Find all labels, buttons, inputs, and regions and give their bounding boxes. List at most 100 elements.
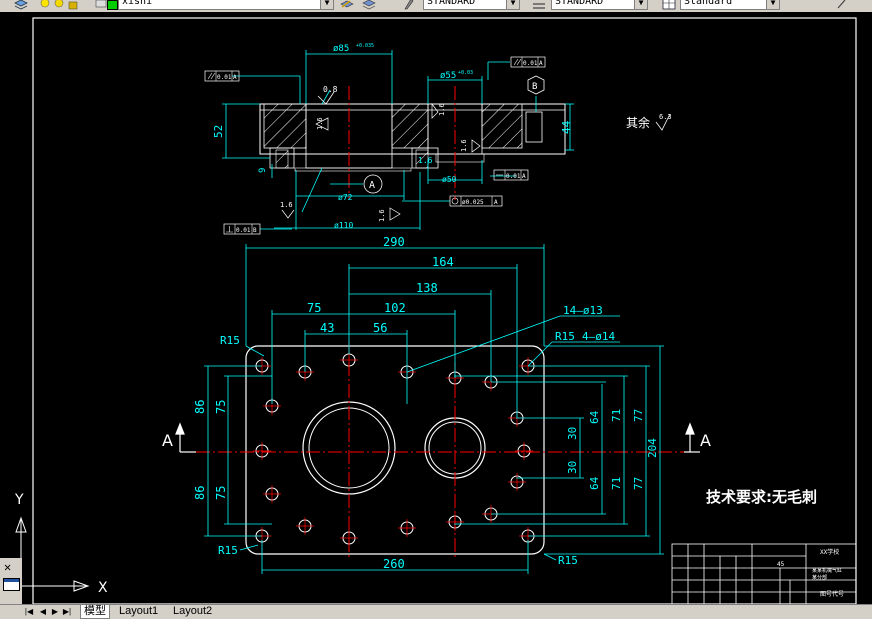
last-tab-button[interactable]: ▶| [62, 606, 72, 617]
dim-56: 56 [373, 321, 387, 335]
dim-style-combo[interactable]: STANDARD ▼ [551, 0, 648, 10]
hole-center-mark [253, 442, 271, 460]
table-style-icon[interactable] [662, 0, 676, 10]
dim-bore-right: ø55 [440, 71, 456, 81]
bore-right-tolerance: +0.03 [458, 70, 473, 76]
dim-50: ø50 [442, 175, 457, 184]
layer-combo[interactable]: xishi ▼ [118, 0, 334, 10]
layer-states-icon[interactable] [362, 0, 376, 10]
layer-manager-icon[interactable] [14, 0, 28, 10]
chevron-down-icon[interactable]: ▼ [634, 0, 647, 9]
tol-perp-ref: B [253, 227, 257, 234]
ucs-icon [15, 516, 90, 592]
chevron-down-icon[interactable]: ▼ [506, 0, 519, 9]
dim-290: 290 [383, 235, 405, 249]
dim-style-icon[interactable] [532, 0, 546, 10]
dim-164: 164 [432, 255, 454, 269]
layout-tab-bar: |◀ ◀ ▶ ▶| 模型 Layout1 Layout2 [0, 604, 872, 619]
sun-icon[interactable] [52, 0, 66, 10]
dim-86-top: 86 [193, 400, 207, 414]
palette-icon[interactable] [3, 578, 20, 591]
tol-parallel-b-value: 0.01 [523, 60, 538, 67]
text-style-icon[interactable] [403, 0, 417, 10]
roughness-symbol-icon [281, 209, 295, 219]
hole-center-mark [398, 519, 416, 537]
command-palette-strip: ✕ [0, 558, 22, 604]
dim-30-top: 30 [566, 427, 579, 440]
lock-icon[interactable] [66, 0, 80, 10]
dim-138: 138 [416, 281, 438, 295]
tolerance-frame-position: ø0.025 A [449, 195, 503, 207]
dim-77-bottom: 77 [632, 477, 645, 490]
close-icon[interactable]: ✕ [4, 560, 11, 574]
hole-center-mark [263, 485, 281, 503]
note-holes-14: 4—ø14 [582, 330, 615, 343]
section-label-right: A [700, 431, 711, 450]
dim-75-horizontal: 75 [307, 301, 321, 315]
roughness-16c: 1.6 [460, 139, 468, 152]
technical-requirements: 技术要求:无毛刺 [706, 488, 817, 506]
chevron-down-icon[interactable]: ▼ [320, 0, 333, 9]
dim-102: 102 [384, 301, 406, 315]
roughness-16b: 1.6 [438, 103, 446, 116]
roughness-16f: 1.6 [418, 156, 433, 165]
roughness-symbol-icon [471, 139, 481, 153]
tol-parallel-a-value: 0.01 [217, 74, 232, 81]
datum-b: B [532, 82, 537, 92]
dim-77-top: 77 [632, 409, 645, 422]
chevron-down-icon[interactable]: ▼ [766, 0, 779, 9]
hole-center-mark [515, 442, 533, 460]
tol-parallel-b-ref: A [539, 60, 543, 67]
tol-flat-ref: A [522, 173, 526, 180]
layer-previous-icon[interactable] [340, 0, 354, 10]
tab-layout2[interactable]: Layout2 [170, 605, 215, 618]
parallel-symbol-icon [207, 72, 216, 80]
tol-pos-ref: A [494, 199, 498, 206]
dim-75-top: 75 [214, 400, 228, 414]
next-tab-button[interactable]: ▶ [50, 606, 60, 617]
dim-72: ø72 [338, 193, 353, 202]
roughness-16e: 1.6 [378, 209, 386, 222]
dim-style-value: STANDARD [555, 0, 604, 7]
printer-icon[interactable] [94, 0, 108, 10]
dim-64-bottom: 64 [588, 476, 601, 490]
tolerance-frame-parallel-b: 0.01 A [510, 56, 546, 68]
note-holes-13: 14—ø13 [563, 304, 603, 317]
bulb-on-icon[interactable] [38, 0, 52, 10]
tolerance-frame-perpendicularity: 0.01 B [223, 223, 261, 235]
dim-43: 43 [320, 321, 334, 335]
drawing-canvas[interactable]: ø85 +0.035 ø55 +0.03 52 44 9 ø72 ø110 ø5… [0, 12, 872, 604]
section-label-left: A [162, 431, 173, 450]
toolbar-icon[interactable] [835, 0, 849, 10]
text-style-value: STANDARD [427, 0, 476, 7]
tab-model[interactable]: 模型 [80, 605, 110, 619]
roughness-symbol-icon [389, 207, 401, 221]
dim-110: ø110 [334, 221, 353, 230]
dim-71-top: 71 [610, 409, 623, 422]
dim-71-bottom: 71 [610, 477, 623, 490]
text-style-combo[interactable]: STANDARD ▼ [423, 0, 520, 10]
ucs-x-label: X [98, 580, 108, 596]
table-style-combo[interactable]: Standard ▼ [680, 0, 780, 10]
note-r15-bottom-left: R15 [218, 544, 238, 557]
dim-9: 9 [258, 168, 268, 173]
ucs-y-label: Y [14, 492, 24, 508]
tab-layout1[interactable]: Layout1 [116, 605, 161, 618]
tol-flat-value: 0.01 [506, 173, 521, 180]
dim-86-bottom: 86 [193, 486, 207, 500]
title-part-name-1: 某某机械气缸 [812, 567, 842, 574]
title-material: 45 [777, 561, 785, 568]
title-part-name-2: 某分部 [812, 574, 827, 581]
plan-view [245, 345, 545, 555]
prev-tab-button[interactable]: ◀ [38, 606, 48, 617]
tol-perp-value: 0.01 [236, 227, 251, 234]
bore-top-tolerance: +0.035 [356, 43, 374, 49]
parallel-symbol-icon [513, 58, 522, 66]
dim-204: 204 [646, 438, 659, 458]
layer-combo-value: xishi [122, 0, 153, 7]
first-tab-button[interactable]: |◀ [24, 606, 34, 617]
dim-bore-top: ø85 [333, 44, 349, 54]
title-school: XX学校 [820, 548, 839, 556]
title-drawing-no: 图号代号 [820, 590, 844, 598]
dim-height-52: 52 [212, 125, 225, 138]
